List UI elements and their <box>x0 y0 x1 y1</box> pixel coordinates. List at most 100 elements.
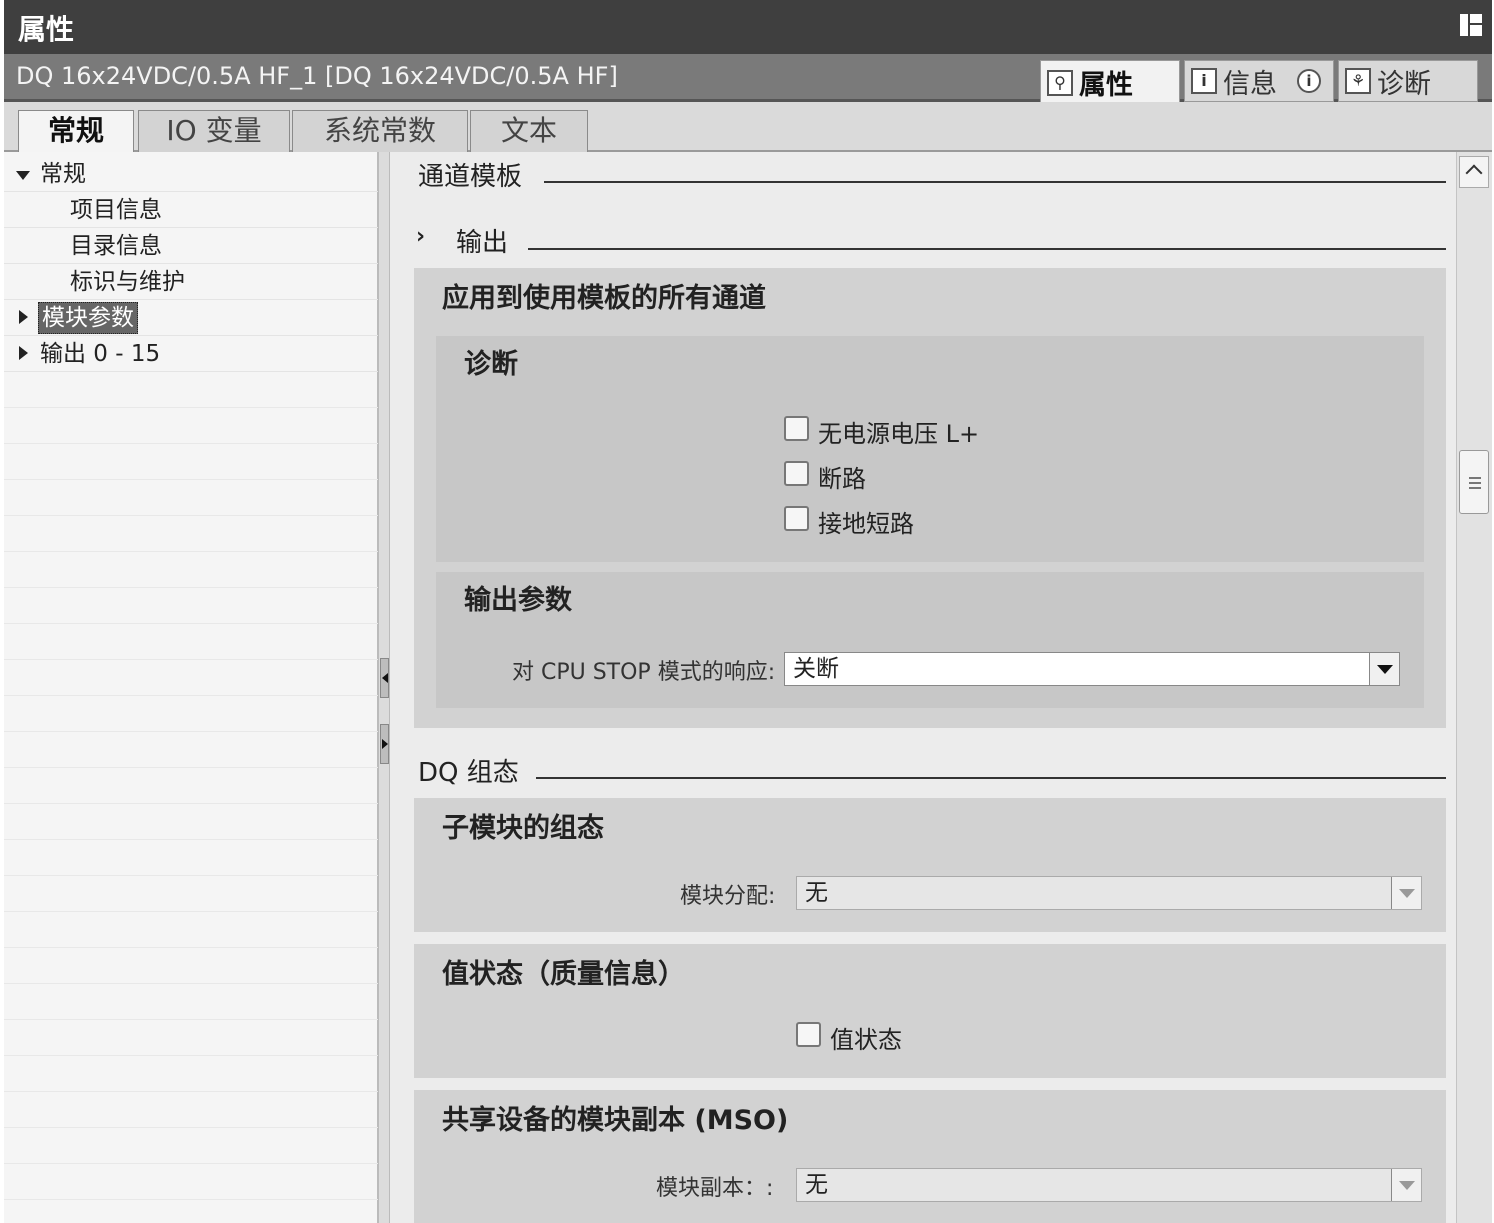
tree-empty-row <box>4 1056 378 1092</box>
dock-icon[interactable] <box>1460 14 1482 36</box>
apply-all-panel: 应用到使用模板的所有通道 诊断 无电源电压 L+ 断路 接地短路 输出参数 对 … <box>414 268 1446 728</box>
tab-io-tags[interactable]: IO 变量 <box>138 110 290 152</box>
tree-empty-row <box>4 1020 378 1056</box>
module-copy-dropdown[interactable]: 无 <box>796 1168 1422 1202</box>
expand-right-icon[interactable] <box>380 724 389 764</box>
tab-texts[interactable]: 文本 <box>470 110 588 152</box>
cpu-stop-dropdown[interactable]: 关断 <box>784 652 1400 686</box>
tab-diagnostics[interactable]: ⚘ 诊断 <box>1338 60 1478 102</box>
tree-empty-row <box>4 588 378 624</box>
chevron-down-icon[interactable] <box>1391 877 1421 909</box>
window-title: 属性 <box>18 13 75 46</box>
module-copy-label: 模块副本：: <box>656 1176 774 1201</box>
tree-item-label: 项目信息 <box>70 197 162 223</box>
chevron-down-icon[interactable] <box>1391 1169 1421 1201</box>
object-title: DQ 16x24VDC/0.5A HF_1 [DQ 16x24VDC/0.5A … <box>16 62 618 90</box>
wire-break-checkbox[interactable] <box>784 461 809 486</box>
diagnostics-title: 诊断 <box>464 349 518 380</box>
tree-empty-row <box>4 624 378 660</box>
tree-item-label: 常规 <box>40 161 86 187</box>
tree-empty-row <box>4 660 378 696</box>
scroll-up-icon[interactable] <box>1459 156 1489 188</box>
tree-item-module-params[interactable]: 模块参数 <box>4 300 378 336</box>
output-params-panel: 输出参数 对 CPU STOP 模式的响应: 关断 <box>436 572 1424 708</box>
section-divider <box>528 248 1446 250</box>
tab-info[interactable]: i 信息 i <box>1184 60 1334 102</box>
collapse-left-icon[interactable] <box>380 658 389 698</box>
tree-empty-row <box>4 768 378 804</box>
diagnostics-icon: ⚘ <box>1345 68 1371 94</box>
value-status-title: 值状态（质量信息） <box>442 959 685 990</box>
value-status-panel: 值状态（质量信息） 值状态 <box>414 944 1446 1078</box>
tree-empty-row <box>4 732 378 768</box>
expand-icon[interactable] <box>19 346 28 360</box>
output-header: 输出 <box>456 228 509 258</box>
tree-empty-row <box>4 1092 378 1128</box>
info-arrow-icon: i <box>1191 68 1217 94</box>
tree-empty-row <box>4 480 378 516</box>
object-bar: DQ 16x24VDC/0.5A HF_1 [DQ 16x24VDC/0.5A … <box>4 54 1492 104</box>
apply-all-title: 应用到使用模板的所有通道 <box>442 283 766 314</box>
short-to-ground-checkbox[interactable] <box>784 506 809 531</box>
submodule-panel: 子模块的组态 模块分配: 无 <box>414 798 1446 932</box>
tree-item-label: 模块参数 <box>38 302 138 334</box>
tab-properties-label: 属性 <box>1079 70 1133 101</box>
collapse-icon[interactable] <box>16 171 30 180</box>
no-supply-voltage-checkbox[interactable] <box>784 416 809 441</box>
module-assignment-value: 无 <box>805 880 828 906</box>
tree-item-catalog-info[interactable]: 目录信息 <box>4 228 378 264</box>
expand-icon[interactable] <box>19 310 28 324</box>
value-status-label: 值状态 <box>830 1026 902 1054</box>
tree-item-identification[interactable]: 标识与维护 <box>4 264 378 300</box>
section-divider <box>536 777 1446 779</box>
tree-empty-row <box>4 552 378 588</box>
mso-panel: 共享设备的模块副本 (MSO) 模块副本：: 无 <box>414 1090 1446 1223</box>
section-channel-template: 通道模板 <box>418 162 523 192</box>
tab-diagnostics-label: 诊断 <box>1377 68 1431 100</box>
vertical-scrollbar[interactable] <box>1456 152 1492 1223</box>
value-status-checkbox[interactable] <box>796 1022 821 1047</box>
tree-empty-row <box>4 840 378 876</box>
tab-general[interactable]: 常规 <box>18 110 134 154</box>
output-params-title: 输出参数 <box>464 585 572 616</box>
navigation-tree: 常规 项目信息 目录信息 标识与维护 模块参数 输出 0 - 15 <box>4 152 378 1223</box>
tab-system-constants[interactable]: 系统常数 <box>292 110 468 152</box>
submodule-title: 子模块的组态 <box>442 813 604 844</box>
tree-empty-row <box>4 444 378 480</box>
tree-empty-row <box>4 696 378 732</box>
chevron-right-icon[interactable]: › <box>416 224 425 249</box>
tree-empty-row <box>4 948 378 984</box>
tree-empty-row <box>4 804 378 840</box>
tree-item-general[interactable]: 常规 <box>4 156 378 192</box>
properties-content: 通道模板 › 输出 应用到使用模板的所有通道 诊断 无电源电压 L+ 断路 接地… <box>390 152 1456 1223</box>
tree-empty-row <box>4 408 378 444</box>
tree-empty-row <box>4 984 378 1020</box>
magnifier-icon: ⚲ <box>1047 69 1073 96</box>
window-titlebar: 属性 <box>4 0 1492 54</box>
tree-empty-row <box>4 1164 378 1200</box>
pane-splitter[interactable] <box>378 152 390 1223</box>
tree-item-project-info[interactable]: 项目信息 <box>4 192 378 228</box>
module-copy-value: 无 <box>805 1172 828 1198</box>
tree-empty-row <box>4 1128 378 1164</box>
tab-info-label: 信息 <box>1223 68 1277 100</box>
mso-title: 共享设备的模块副本 (MSO) <box>442 1105 789 1136</box>
tree-empty-row <box>4 516 378 552</box>
tree-item-label: 输出 0 - 15 <box>40 341 161 367</box>
section-divider <box>544 181 1446 183</box>
short-to-ground-label: 接地短路 <box>818 510 914 538</box>
scroll-thumb[interactable] <box>1459 450 1489 514</box>
chevron-down-icon[interactable] <box>1369 653 1399 685</box>
module-assignment-dropdown[interactable]: 无 <box>796 876 1422 910</box>
info-circle-icon: i <box>1297 69 1321 93</box>
cpu-stop-label: 对 CPU STOP 模式的响应: <box>512 660 776 685</box>
tree-item-label: 标识与维护 <box>70 269 185 295</box>
tab-properties[interactable]: ⚲ 属性 <box>1040 60 1180 104</box>
diagnostics-panel: 诊断 无电源电压 L+ 断路 接地短路 <box>436 336 1424 562</box>
cpu-stop-value: 关断 <box>793 656 839 682</box>
tree-empty-row <box>4 912 378 948</box>
section-dq-config: DQ 组态 <box>418 758 519 788</box>
tree-item-label: 目录信息 <box>70 233 162 259</box>
tree-item-outputs[interactable]: 输出 0 - 15 <box>4 336 378 372</box>
no-supply-voltage-label: 无电源电压 L+ <box>818 420 980 448</box>
